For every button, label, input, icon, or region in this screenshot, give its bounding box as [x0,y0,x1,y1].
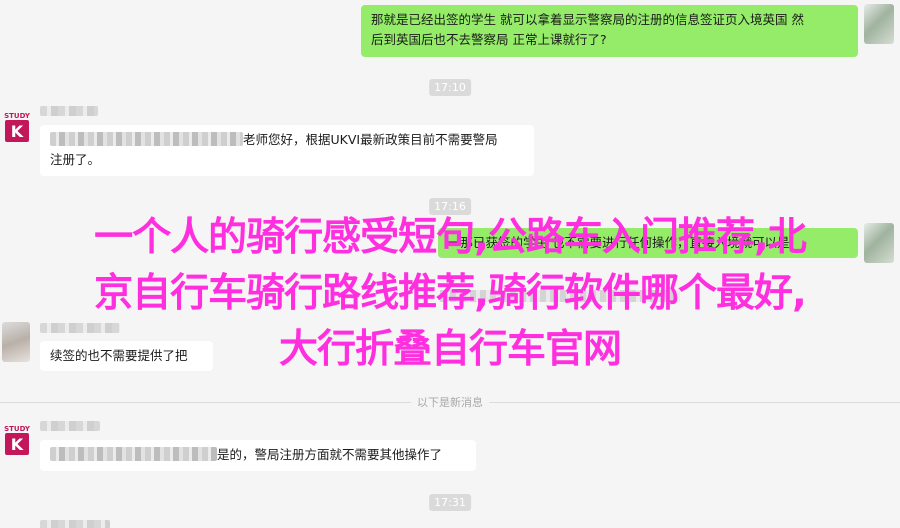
chat-window: 那就是已经出签的学生 就可以拿着显示警察局的注册的信息签证页入境英国 然 后到英… [0,0,900,528]
new-messages-divider: 以下是新消息 [0,394,900,410]
message-text-line: 注册了。 [50,152,101,167]
overlay-line: 大行折叠自行车官网 [278,327,622,372]
user-avatar[interactable] [864,4,894,44]
divider-label: 以下是新消息 [411,394,489,410]
overlay-line: 一个人的骑行感受短句,公路车入门推荐,北 [94,215,807,260]
avatar-label: STUDY [4,425,30,433]
message-text: 老师您好，根据UKVI最新政策目前不需要警局 [243,132,498,147]
agent-avatar[interactable]: STUDY K [4,424,30,462]
timestamp: 17:31 [429,494,471,511]
avatar-logo: K [5,120,29,142]
overlay-caption: 一个人的骑行感受短句,公路车入门推荐,北 京自行车骑行路线推荐,骑行软件哪个最好… [0,210,900,378]
sender-name-redacted [40,106,98,116]
agent-avatar[interactable]: STUDY K [4,111,30,149]
redacted-text [50,447,217,461]
avatar-logo: K [5,433,29,455]
overlay-line: 京自行车骑行路线推荐,骑行软件哪个最好, [94,271,807,316]
message-text-line: 后到英国后也不去警察局 正常上课就行了? [371,32,607,47]
message-bubble-sent[interactable]: 那就是已经出签的学生 就可以拿着显示警察局的注册的信息签证页入境英国 然 后到英… [361,5,858,57]
message-bubble-received[interactable]: 是的，警局注册方面就不需要其他操作了 [40,440,476,471]
message-text: 是的，警局注册方面就不需要其他操作了 [217,447,443,462]
sender-name-redacted [40,520,110,528]
avatar-label: STUDY [4,112,30,120]
timestamp: 17:10 [429,79,471,96]
message-bubble-received[interactable]: 老师您好，根据UKVI最新政策目前不需要警局 注册了。 [40,125,534,176]
redacted-text [50,132,243,146]
sender-name-redacted [40,421,100,431]
message-text-line: 那就是已经出签的学生 就可以拿着显示警察局的注册的信息签证页入境英国 然 [371,12,804,27]
